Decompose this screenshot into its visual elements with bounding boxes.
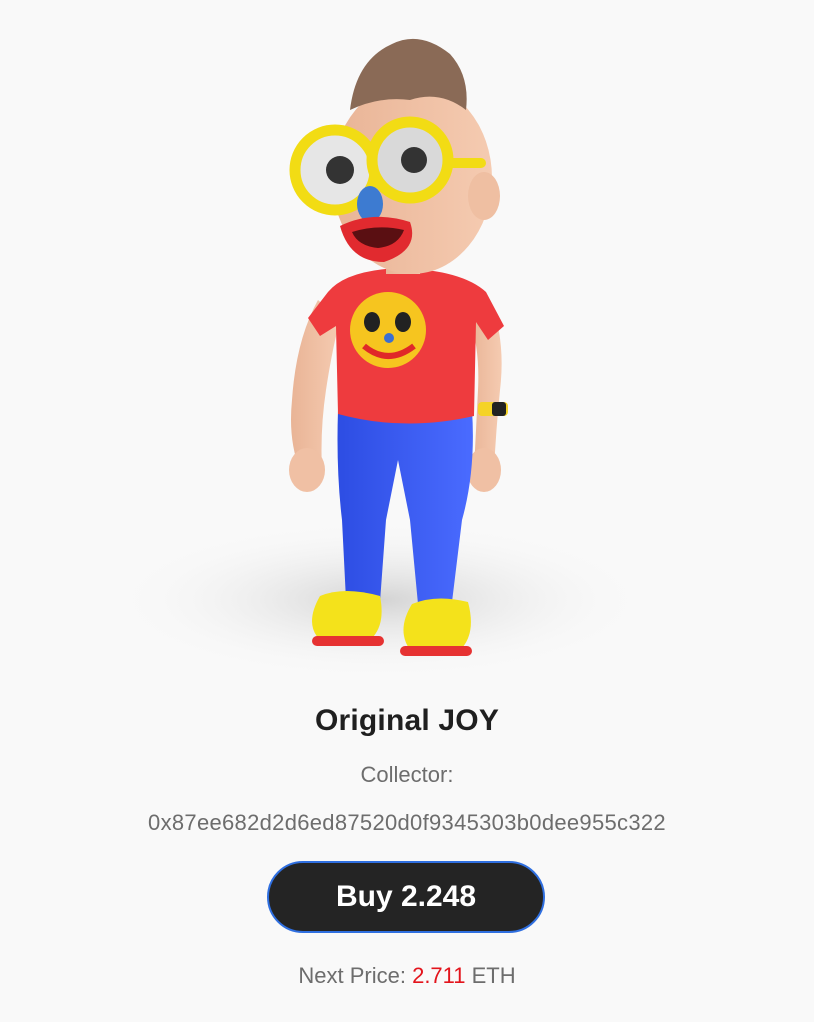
collector-label: Collector:	[360, 762, 454, 787]
next-price-unit: ETH	[471, 963, 516, 988]
next-price-value: 2.711	[412, 963, 466, 988]
next-price: Next Price: 2.711 ETH	[0, 963, 814, 989]
collector-address[interactable]: 0x87ee682d2d6ed87520d0f9345303b0dee955c3…	[0, 810, 814, 836]
item-title: Original JOY	[314, 704, 500, 737]
next-price-label: Next Price:	[298, 963, 406, 988]
character-image	[0, 0, 814, 690]
buy-button[interactable]: Buy 2.248	[267, 861, 545, 933]
